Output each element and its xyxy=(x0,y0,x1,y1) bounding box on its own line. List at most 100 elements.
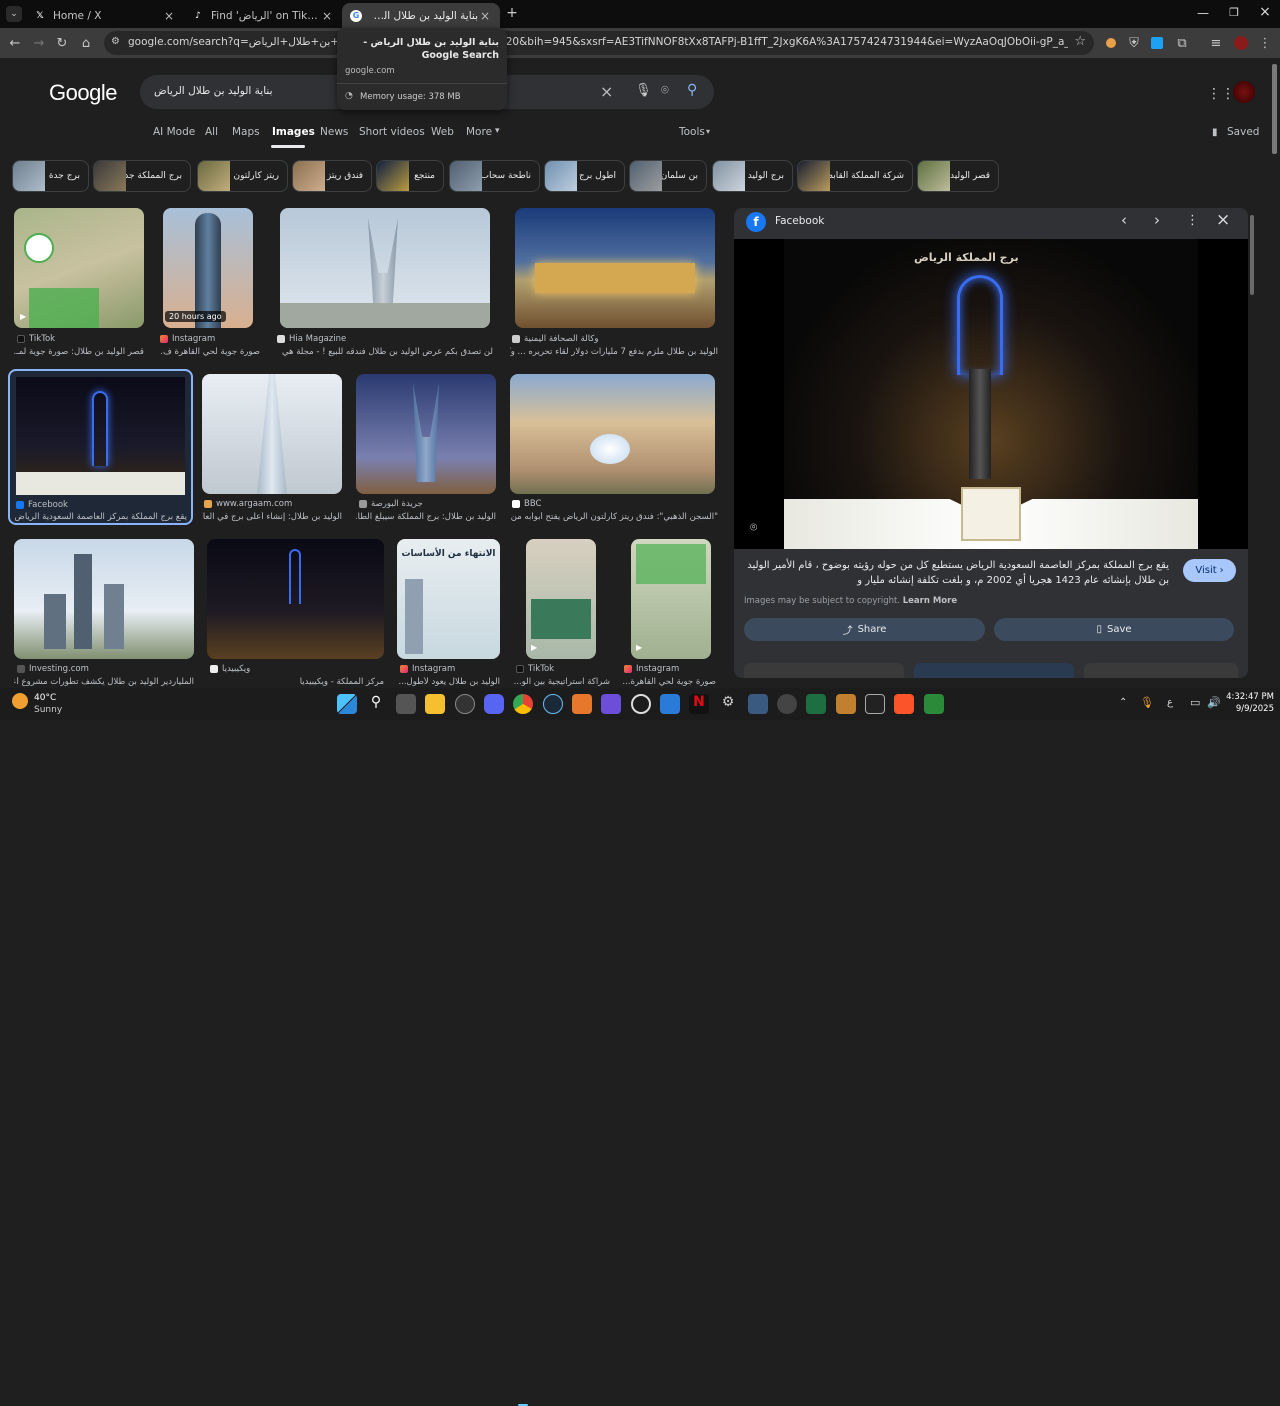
app-icon[interactable] xyxy=(924,694,944,714)
tab-more[interactable]: More xyxy=(466,126,492,138)
image-result[interactable] xyxy=(207,539,384,659)
tab-short-videos[interactable]: Short videos xyxy=(359,126,425,138)
search-icon[interactable]: ⚲ xyxy=(687,82,697,98)
clear-icon[interactable]: × xyxy=(600,82,613,101)
result-title[interactable]: مركز المملكة - ويكيبيديا xyxy=(207,677,384,687)
result-title[interactable]: الملياردير الوليد بن طلال يكشف تطورات مش… xyxy=(14,677,194,687)
result-title[interactable]: الوليد بن طلال يعود لأطول... xyxy=(397,677,500,687)
tab-news[interactable]: News xyxy=(320,126,348,138)
file-explorer-icon[interactable] xyxy=(425,694,445,714)
profile-avatar[interactable] xyxy=(1232,34,1250,52)
app-icon[interactable] xyxy=(601,694,621,714)
result-title[interactable]: لن تصدق بكم عرض الوليد بن طلال فندقه للب… xyxy=(277,347,493,357)
tab-google-search[interactable]: G بناية الوليد بن طلال الرياض - Search × xyxy=(342,3,500,28)
result-title[interactable]: صورة جوية لحي القاهرة... xyxy=(620,677,716,687)
result-title[interactable]: صورة جوية لحي القاهرة ف... xyxy=(160,347,260,357)
result-title[interactable]: الوليد بن طلال: إنشاء أعلى برج في العالـ… xyxy=(202,512,342,522)
tab-all[interactable]: All xyxy=(205,126,218,138)
chip[interactable]: فندق ريتز xyxy=(292,160,372,192)
result-title[interactable]: يقع برج المملكة بمركز العاصمة السعودية ا… xyxy=(14,512,187,522)
save-button[interactable]: ▯ Save xyxy=(994,618,1234,641)
clock-time[interactable]: 4:32:47 PM xyxy=(1224,692,1274,702)
close-icon[interactable]: × xyxy=(1216,210,1230,230)
chip[interactable]: برج الوليد xyxy=(712,160,793,192)
site-info-icon[interactable]: ⚙ xyxy=(111,36,120,47)
image-result[interactable]: ▶ xyxy=(526,539,596,659)
microphone-icon[interactable]: 🎙 xyxy=(635,83,652,98)
address-bar[interactable]: ⚙ google.com/search?q=بناية+الوليد+بن+طل… xyxy=(104,31,1094,55)
search-icon[interactable]: ⚲ xyxy=(366,694,386,714)
tab-ai-mode[interactable]: AI Mode xyxy=(153,126,195,138)
image-result[interactable]: 20 hours ago xyxy=(163,208,253,328)
tab-web[interactable]: Web xyxy=(431,126,454,138)
tab-images[interactable]: Images xyxy=(272,126,315,138)
chip[interactable]: برج المملكة جدة xyxy=(93,160,191,192)
chip[interactable]: منتجع xyxy=(376,160,444,192)
reload-button[interactable]: ↻ xyxy=(53,34,71,52)
puzzle-icon[interactable]: ⧉ xyxy=(1173,34,1191,52)
weather-widget[interactable]: 40°C Sunny xyxy=(12,691,92,717)
epic-games-icon[interactable] xyxy=(865,694,885,714)
app-icon[interactable] xyxy=(748,694,768,714)
result-title[interactable]: "السجن الذهبي": فندق ريتز كارلتون الرياض… xyxy=(510,512,718,522)
app-icon[interactable] xyxy=(660,694,680,714)
image-result[interactable]: ▶ xyxy=(14,208,144,328)
image-result[interactable] xyxy=(202,374,342,494)
panel-scrollbar[interactable] xyxy=(1250,215,1254,295)
app-icon[interactable] xyxy=(631,694,651,714)
more-icon[interactable]: ⋮ xyxy=(1186,213,1199,228)
forward-button[interactable]: → xyxy=(30,34,48,52)
close-icon[interactable]: × xyxy=(478,9,492,23)
account-avatar[interactable] xyxy=(1233,81,1255,103)
learn-more-link[interactable]: Learn More xyxy=(903,596,957,606)
image-result[interactable] xyxy=(280,208,490,328)
brave-icon[interactable] xyxy=(894,694,914,714)
clock-date[interactable]: 9/9/2025 xyxy=(1224,704,1274,714)
chip[interactable]: برج جدة xyxy=(12,160,89,192)
image-result[interactable]: ▶ xyxy=(631,539,711,659)
new-tab-button[interactable]: + xyxy=(505,6,519,20)
result-title[interactable]: شراكة استراتيجية بين الو... xyxy=(510,677,610,687)
chip[interactable]: ناطحة سحاب xyxy=(449,160,540,192)
home-button[interactable]: ⌂ xyxy=(77,34,95,52)
lens-icon[interactable]: ⌾ xyxy=(661,83,669,98)
tools-button[interactable]: Tools xyxy=(679,126,705,138)
close-icon[interactable]: × xyxy=(162,9,176,23)
task-view-icon[interactable] xyxy=(396,694,416,714)
chip[interactable]: شركة المملكة القابضة xyxy=(797,160,913,192)
language-indicator[interactable]: ع xyxy=(1167,697,1173,708)
chevron-right-icon[interactable]: › xyxy=(1154,211,1160,229)
image-result[interactable] xyxy=(356,374,496,494)
chip[interactable]: اطول برج xyxy=(544,160,625,192)
menu-icon[interactable]: ⋮ xyxy=(1256,34,1274,52)
settings-icon[interactable]: ⚙ xyxy=(718,694,738,714)
image-result-selected[interactable]: Facebook يقع برج المملكة بمركز العاصمة ا… xyxy=(8,369,193,525)
share-button[interactable]: ⤴ Share xyxy=(744,618,985,641)
panel-source[interactable]: Facebook xyxy=(775,215,824,227)
google-logo[interactable]: Google xyxy=(49,80,117,106)
chip[interactable]: ريتز كارلتون xyxy=(197,160,288,192)
chevron-up-icon[interactable]: ⌃ xyxy=(1119,697,1127,708)
volume-icon[interactable]: 🔊 xyxy=(1207,696,1221,709)
tab-x[interactable]: 𝕏 Home / X × xyxy=(26,3,184,28)
restore-button[interactable]: ❐ xyxy=(1227,6,1241,19)
chip[interactable]: بن سلمان xyxy=(629,160,707,192)
lens-search-icon[interactable]: ⌾ xyxy=(750,520,757,535)
extension-icon[interactable] xyxy=(1148,34,1166,52)
image-result[interactable]: الانتهاء من الأساسات xyxy=(397,539,500,659)
image-result[interactable] xyxy=(510,374,715,494)
bookmark-star-icon[interactable]: ☆ xyxy=(1074,34,1086,49)
result-title[interactable]: الوليد بن طلال: برج المملكة سيبلغ الطا..… xyxy=(356,512,496,522)
minimize-button[interactable]: — xyxy=(1196,6,1210,20)
image-result[interactable] xyxy=(515,208,715,328)
chip[interactable]: قصر الوليد xyxy=(917,160,999,192)
image-result[interactable] xyxy=(14,539,194,659)
microphone-icon[interactable]: 🎙 xyxy=(1140,696,1154,709)
media-control-icon[interactable]: ≡ xyxy=(1207,34,1225,52)
result-title[interactable]: قصر الوليد بن طلال: صورة جوية لمـ... xyxy=(14,347,144,357)
start-icon[interactable] xyxy=(337,694,357,714)
visit-button[interactable]: Visit › xyxy=(1183,559,1236,582)
app-icon[interactable] xyxy=(836,694,856,714)
saved-button[interactable]: Saved xyxy=(1227,126,1259,138)
close-icon[interactable]: × xyxy=(320,9,334,23)
